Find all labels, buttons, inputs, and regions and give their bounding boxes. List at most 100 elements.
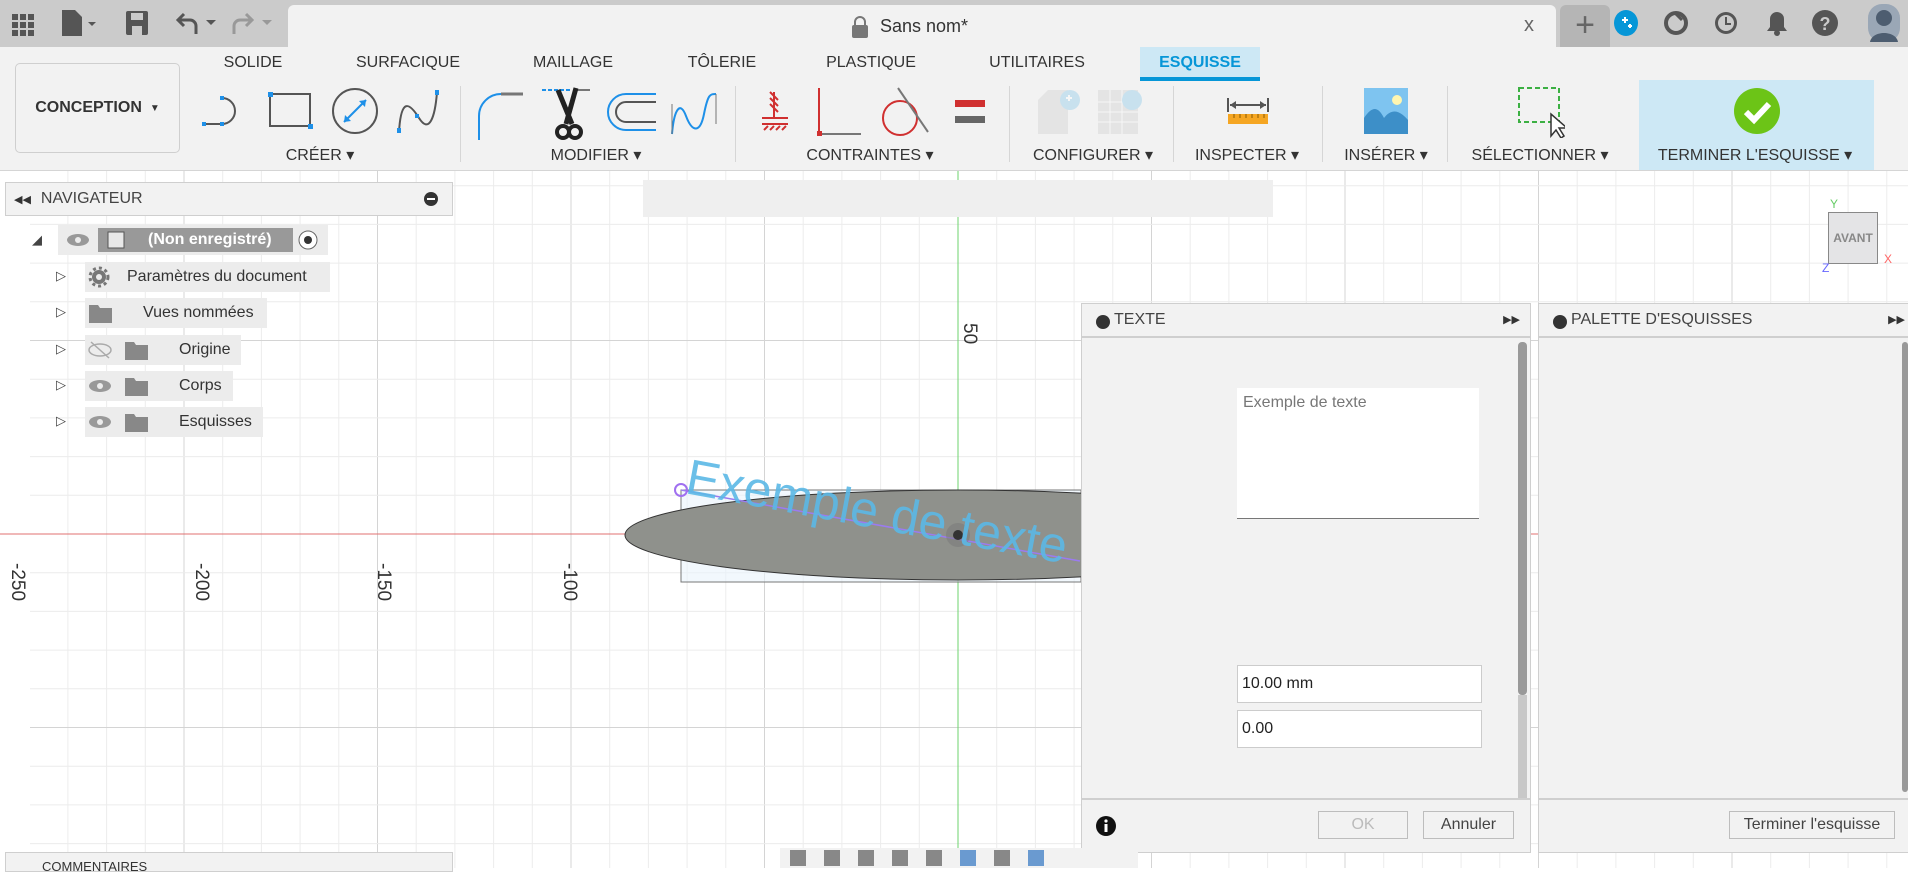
tab-maillage[interactable]: MAILLAGE: [533, 54, 613, 72]
zoom-icon[interactable]: [892, 850, 908, 866]
group-contraintes[interactable]: CONTRAINTES ▾: [806, 145, 933, 165]
spline-tool-icon[interactable]: [395, 88, 445, 136]
file-menu-icon[interactable]: [62, 10, 96, 36]
fillet-tool-icon[interactable]: [476, 86, 526, 142]
fit-icon[interactable]: [926, 850, 942, 866]
rectangle-tool-icon[interactable]: [266, 88, 316, 132]
tab-plastique[interactable]: PLASTIQUE: [826, 54, 916, 72]
undo-icon[interactable]: [176, 12, 220, 34]
perpendicular-constraint-icon[interactable]: [815, 86, 865, 138]
line-tool-icon[interactable]: [200, 90, 250, 130]
viewports-icon[interactable]: [1028, 850, 1044, 866]
help-icon[interactable]: ?: [1812, 10, 1838, 36]
extensions-icon[interactable]: [1614, 10, 1638, 36]
fix-constraint-icon[interactable]: [760, 90, 790, 134]
expand-triangle-icon[interactable]: ▷: [56, 268, 66, 284]
app-grid-icon[interactable]: [12, 14, 34, 36]
trim-scissors-icon[interactable]: [540, 86, 594, 142]
notifications-bell-icon[interactable]: [1766, 10, 1788, 36]
job-status-icon[interactable]: [1664, 10, 1688, 36]
expand-triangle-icon[interactable]: ▷: [56, 377, 66, 393]
group-configurer[interactable]: CONFIGURER ▾: [1033, 145, 1153, 165]
tree-item[interactable]: Vues nommées: [85, 298, 267, 328]
select-window-icon[interactable]: [1517, 86, 1565, 138]
group-inserer[interactable]: INSÉRER ▾: [1344, 145, 1428, 165]
viewcube[interactable]: AVANT: [1828, 212, 1878, 264]
user-avatar[interactable]: [1868, 4, 1900, 42]
tab-tolerie[interactable]: TÔLERIE: [688, 54, 756, 72]
expand-triangle-icon[interactable]: ▷: [56, 413, 66, 429]
tree-item[interactable]: Origine: [85, 335, 241, 365]
activate-radio-icon[interactable]: [293, 229, 323, 251]
tab-surfacique[interactable]: SURFACIQUE: [356, 54, 460, 72]
tree-root[interactable]: (Non enregistré): [58, 225, 328, 255]
tab-solide[interactable]: SOLIDE: [224, 54, 283, 72]
text-input-area[interactable]: Exemple de texte: [1237, 388, 1479, 519]
tree-item-label: Esquisses: [179, 413, 252, 430]
group-terminer[interactable]: TERMINER L'ESQUISSE ▾: [1658, 145, 1852, 165]
sketch-status-bar: [643, 180, 1273, 217]
eye-hidden-icon[interactable]: [85, 339, 121, 361]
display-settings-icon[interactable]: [960, 850, 976, 866]
redo-icon[interactable]: [232, 12, 276, 34]
scrollbar-thumb[interactable]: [1518, 342, 1527, 695]
tab-utilitaires[interactable]: UTILITAIRES: [989, 54, 1085, 72]
workspace-switcher[interactable]: CONCEPTION ▼: [15, 63, 180, 153]
save-icon[interactable]: [126, 11, 148, 35]
expand-triangle-icon[interactable]: ▷: [56, 304, 66, 320]
eye-icon[interactable]: [85, 375, 121, 397]
comments-title: COMMENTAIRES: [42, 859, 148, 872]
scrollbar-track[interactable]: [1518, 695, 1527, 798]
axis-label-x: -250: [7, 563, 28, 601]
eye-icon[interactable]: [85, 411, 121, 433]
tree-item[interactable]: Corps: [85, 371, 233, 401]
look-at-icon[interactable]: [824, 850, 840, 866]
new-tab-button[interactable]: +: [1560, 5, 1610, 47]
configure-table-icon[interactable]: [1036, 86, 1146, 138]
project-curve-icon[interactable]: [670, 90, 720, 136]
axis-label-y: 50: [959, 323, 980, 344]
orbit-icon[interactable]: [790, 850, 806, 866]
history-clock-icon[interactable]: [1714, 10, 1738, 36]
group-inspecter[interactable]: INSPECTER ▾: [1195, 145, 1299, 165]
group-selectionner[interactable]: SÉLECTIONNER ▾: [1472, 145, 1609, 165]
cancel-button[interactable]: Annuler: [1423, 811, 1514, 839]
tree-item[interactable]: Esquisses: [85, 407, 263, 437]
comments-panel[interactable]: COMMENTAIRES: [5, 852, 453, 872]
measure-ruler-icon[interactable]: [1226, 96, 1270, 126]
tree-item-label: Paramètres du document: [127, 268, 307, 285]
tangent-constraint-icon[interactable]: [878, 86, 932, 138]
tab-esquisse[interactable]: ESQUISSE: [1140, 47, 1260, 81]
text-angle-input[interactable]: 0.00: [1237, 710, 1482, 748]
circle-tool-icon[interactable]: [330, 86, 380, 136]
chevron-down-icon: ▼: [149, 102, 160, 114]
group-label: CRÉER: [285, 147, 342, 164]
minimize-icon[interactable]: [1553, 315, 1567, 329]
expand-panel-icon[interactable]: ▶▶: [1503, 313, 1520, 326]
gear-icon: [88, 266, 110, 288]
text-height-input[interactable]: 10.00 mm: [1237, 665, 1482, 703]
finish-checkmark-icon[interactable]: [1734, 88, 1780, 134]
text-dialog-header: TEXTE: [1082, 304, 1530, 338]
pan-hand-icon[interactable]: [858, 850, 874, 866]
tree-item[interactable]: Paramètres du document: [85, 262, 330, 292]
collapse-navigator-icon[interactable]: ◀◀: [14, 193, 31, 206]
expand-triangle-icon[interactable]: ▷: [56, 341, 66, 357]
axis-label-x: -150: [373, 563, 394, 601]
group-creer[interactable]: CRÉER ▾: [286, 145, 355, 165]
scrollbar-thumb[interactable]: [1902, 342, 1908, 792]
collapse-triangle-icon[interactable]: ◢: [32, 232, 42, 248]
equal-constraint-icon[interactable]: [955, 98, 987, 126]
insert-image-icon[interactable]: [1364, 88, 1408, 134]
minimize-icon[interactable]: [424, 192, 438, 206]
group-modifier[interactable]: MODIFIER ▾: [551, 145, 642, 165]
minimize-icon[interactable]: [1096, 315, 1110, 329]
info-icon[interactable]: [1096, 816, 1116, 836]
eye-icon[interactable]: [58, 230, 98, 250]
ok-button[interactable]: OK: [1318, 811, 1408, 839]
offset-tool-icon[interactable]: [606, 90, 658, 136]
grid-settings-icon[interactable]: [994, 850, 1010, 866]
finish-sketch-palette-button[interactable]: Terminer l'esquisse: [1729, 811, 1895, 839]
expand-panel-icon[interactable]: ▶▶: [1888, 313, 1905, 326]
close-tab-button[interactable]: x: [1524, 14, 1534, 37]
